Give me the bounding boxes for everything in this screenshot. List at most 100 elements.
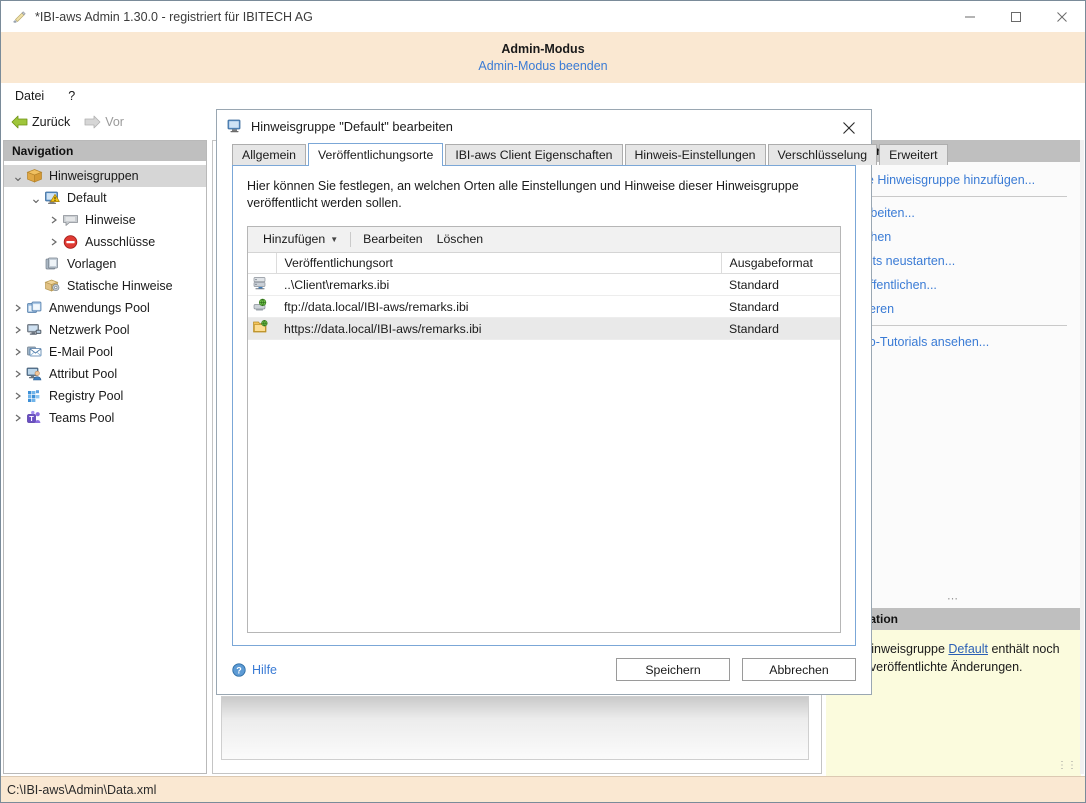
tab-erweitert[interactable]: Erweitert [879, 144, 948, 165]
cell-format: Standard [721, 274, 840, 296]
monitor-icon [227, 118, 243, 134]
cell-format: Standard [721, 296, 840, 318]
sidebar-item-hinweisgruppen[interactable]: ⌄ Hinweisgruppen [4, 165, 206, 187]
server-icon [248, 274, 276, 296]
sidebar-item-registry-pool[interactable]: Registry Pool [4, 385, 206, 407]
grid-header-format[interactable]: Ausgabeformat [721, 253, 840, 274]
menu-datei[interactable]: Datei [15, 89, 44, 103]
publication-locations-grid: Hinzufügen ▼ Bearbeiten Löschen [247, 226, 841, 633]
grid-table: Veröffentlichungsort Ausgabeformat ..\Cl… [248, 253, 840, 341]
dialog-title-bar: Hinweisgruppe "Default" bearbeiten [217, 110, 871, 143]
resize-corner-grip[interactable]: ⋮⋮ [1057, 760, 1077, 771]
sidebar-item-statische-hinweise[interactable]: Statische Hinweise [4, 275, 206, 297]
sidebar-item-anwendungs-pool[interactable]: Anwendungs Pool [4, 297, 206, 319]
dialog-action-buttons: Speichern Abbrechen [604, 658, 856, 681]
save-button[interactable]: Speichern [616, 658, 730, 681]
add-button[interactable]: Hinzufügen ▼ [256, 230, 345, 248]
chevron-right-icon[interactable] [46, 216, 62, 224]
sidebar-item-label: Hinweise [85, 212, 136, 228]
help-link[interactable]: ? Hilfe [232, 663, 277, 677]
package-icon [26, 168, 44, 184]
close-button[interactable] [1039, 1, 1085, 32]
sidebar-item-label: Attribut Pool [49, 366, 117, 382]
gear-package-icon [44, 278, 62, 294]
chevron-down-icon[interactable]: ⌄ [28, 194, 44, 202]
copies-icon [44, 256, 62, 272]
action-link-label: Neue Hinweisgruppe hinzufügen... [844, 173, 1035, 187]
minimize-button[interactable] [947, 1, 993, 32]
chevron-right-icon[interactable] [10, 392, 26, 400]
window-title: *IBI-aws Admin 1.30.0 - registriert für … [35, 10, 313, 24]
forward-button[interactable]: Vor [84, 115, 124, 129]
admin-mode-exit-link[interactable]: Admin-Modus beenden [478, 59, 607, 73]
chevron-right-icon[interactable] [10, 348, 26, 356]
tab-label: Veröffentlichungsorte [318, 148, 433, 162]
title-bar: *IBI-aws Admin 1.30.0 - registriert für … [1, 1, 1085, 32]
sidebar-item-label: E-Mail Pool [49, 344, 113, 360]
status-path: C:\IBI-aws\Admin\Data.xml [7, 783, 156, 797]
tab-label: Verschlüsselung [778, 148, 868, 162]
navigation-panel: Navigation ⌄Hinweisgruppen⌄DefaultHinwei… [3, 140, 207, 774]
dialog-footer: ? Hilfe Speichern Abbrechen [217, 646, 871, 694]
sidebar-item-label: Anwendungs Pool [49, 300, 150, 316]
sidebar-item-attribut-pool[interactable]: Attribut Pool [4, 363, 206, 385]
table-row[interactable]: ftp://data.local/IBI-aws/remarks.ibiStan… [248, 296, 840, 318]
tab-verschlüsselung[interactable]: Verschlüsselung [768, 144, 878, 165]
tab-ibi-aws-client-eigenschaften[interactable]: IBI-aws Client Eigenschaften [445, 144, 622, 165]
forward-arrow-icon [84, 115, 101, 129]
tab-label: IBI-aws Client Eigenschaften [455, 148, 612, 162]
cell-location: ftp://data.local/IBI-aws/remarks.ibi [276, 296, 721, 318]
delete-button[interactable]: Löschen [430, 230, 491, 248]
tab-veröffentlichungsorte[interactable]: Veröffentlichungsorte [308, 143, 443, 166]
actions-divider [844, 196, 1067, 197]
admin-mode-banner: Admin-Modus Admin-Modus beenden [1, 32, 1085, 83]
back-button[interactable]: Zurück [11, 115, 70, 129]
grid-header-icon-col [248, 253, 276, 274]
table-row[interactable]: https://data.local/IBI-aws/remarks.ibiSt… [248, 318, 840, 340]
window-controls [947, 1, 1085, 32]
sidebar-item-e-mail-pool[interactable]: E-Mail Pool [4, 341, 206, 363]
tab-allgemein[interactable]: Allgemein [232, 144, 306, 165]
menu-bar: Datei ? [1, 83, 1085, 109]
edit-button-label: Bearbeiten [363, 232, 422, 246]
registry-icon [26, 388, 44, 404]
navigation-tree: ⌄ Hinweisgruppen ⌄Default Hinweise Ausschlüs… [4, 161, 206, 429]
tab-hinweis-einstellungen[interactable]: Hinweis-Einstellungen [625, 144, 766, 165]
tab-label: Hinweis-Einstellungen [635, 148, 756, 162]
back-label: Zurück [32, 115, 70, 129]
sidebar-item-vorlagen[interactable]: Vorlagen [4, 253, 206, 275]
edit-button[interactable]: Bearbeiten [356, 230, 429, 248]
table-row[interactable]: ..\Client\remarks.ibiStandard [248, 274, 840, 296]
menu-help[interactable]: ? [68, 89, 75, 103]
svg-text:?: ? [236, 665, 242, 675]
grid-header-location[interactable]: Veröffentlichungsort [276, 253, 721, 274]
chevron-right-icon[interactable] [10, 370, 26, 378]
sidebar-item-hinweise[interactable]: Hinweise [4, 209, 206, 231]
dialog-close-icon[interactable] [827, 110, 871, 145]
cell-format: Standard [721, 318, 840, 340]
dialog-tabs: Allgemein Veröffentlichungsorte IBI-aws Cl… [232, 143, 871, 165]
sidebar-item-teams-pool[interactable]: TTeams Pool [4, 407, 206, 429]
help-icon: ? [232, 663, 246, 677]
chevron-right-icon[interactable] [10, 414, 26, 422]
maximize-button[interactable] [993, 1, 1039, 32]
chevron-down-icon[interactable]: ⌄ [10, 172, 26, 180]
chevron-down-icon: ▼ [330, 235, 338, 244]
tab-description: Hier können Sie festlegen, an welchen Or… [247, 178, 841, 212]
tab-panel-veroeffentlichungsorte: Hier können Sie festlegen, an welchen Or… [232, 165, 856, 646]
sidebar-item-label: Hinweisgruppen [49, 168, 139, 184]
chevron-right-icon[interactable] [46, 238, 62, 246]
sidebar-item-default[interactable]: ⌄Default [4, 187, 206, 209]
grid-empty-area [248, 340, 840, 632]
sidebar-item-ausschlüsse[interactable]: Ausschlüsse [4, 231, 206, 253]
ftp-globe-icon [248, 296, 276, 318]
sidebar-item-netzwerk-pool[interactable]: Netzwerk Pool [4, 319, 206, 341]
right-scroll-strip[interactable] [1080, 140, 1084, 774]
forward-label: Vor [105, 115, 124, 129]
cancel-button[interactable]: Abbrechen [742, 658, 856, 681]
chevron-right-icon[interactable] [10, 304, 26, 312]
information-link[interactable]: Default [948, 642, 988, 656]
tab-label: Erweitert [889, 148, 938, 162]
teams-icon: T [26, 410, 44, 426]
chevron-right-icon[interactable] [10, 326, 26, 334]
